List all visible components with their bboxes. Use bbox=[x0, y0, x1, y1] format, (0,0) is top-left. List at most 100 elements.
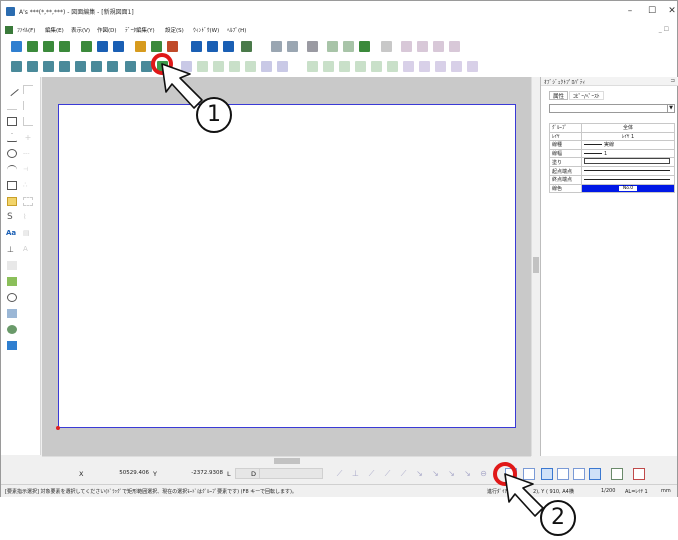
fill-icon[interactable] bbox=[23, 197, 33, 206]
group-list-icon[interactable] bbox=[355, 61, 366, 72]
menu-settings[interactable]: 設定(S) bbox=[165, 26, 184, 34]
import-icon[interactable] bbox=[59, 41, 70, 52]
view-mode-button[interactable] bbox=[589, 468, 601, 480]
ortho-mode-button[interactable] bbox=[573, 468, 585, 480]
table-icon[interactable] bbox=[7, 309, 17, 318]
print-setup-icon[interactable] bbox=[151, 41, 162, 52]
minimize-button[interactable]: – bbox=[619, 4, 641, 18]
cut-icon[interactable] bbox=[327, 41, 338, 52]
snap-intersection-icon[interactable]: ⟋ bbox=[367, 469, 376, 478]
element-type-select[interactable]: ▼ bbox=[549, 104, 675, 113]
menu-window[interactable]: ｳｨﾝﾄﾞｳ(W) bbox=[193, 26, 219, 34]
info-icon[interactable] bbox=[451, 61, 462, 72]
snap-midpoint-icon[interactable]: ⊥ bbox=[351, 469, 360, 478]
chevron-down-icon[interactable]: ▼ bbox=[667, 105, 674, 112]
snap-perpendicular-icon[interactable]: ⟋ bbox=[383, 469, 392, 478]
drawing-canvas[interactable] bbox=[42, 77, 531, 456]
zoom-in-icon[interactable] bbox=[401, 41, 412, 52]
open-recent-icon[interactable] bbox=[43, 41, 54, 52]
freehand-icon[interactable]: ⌇ bbox=[23, 213, 33, 222]
layer-icon[interactable] bbox=[307, 61, 318, 72]
text-box-icon[interactable]: ▤ bbox=[23, 229, 33, 238]
prop-value-linetype[interactable]: 実線 bbox=[581, 140, 675, 150]
dimension-icon[interactable] bbox=[403, 61, 414, 72]
menu-edit[interactable]: 編集(E) bbox=[45, 26, 64, 34]
save-as-icon[interactable] bbox=[113, 41, 124, 52]
arc-icon[interactable] bbox=[7, 165, 17, 174]
snap-endpoint-icon[interactable]: ⟋ bbox=[335, 469, 344, 478]
export-icon[interactable] bbox=[135, 41, 146, 52]
zoom-extent-icon[interactable] bbox=[75, 61, 86, 72]
triangle-icon[interactable] bbox=[7, 133, 17, 142]
save-icon[interactable] bbox=[97, 41, 108, 52]
pan-icon[interactable] bbox=[91, 61, 102, 72]
paper-sheet[interactable] bbox=[58, 104, 516, 428]
plot-icon[interactable] bbox=[223, 41, 234, 52]
wall-icon[interactable] bbox=[23, 117, 33, 126]
prop-value-start-end[interactable] bbox=[581, 166, 675, 176]
mdi-controls[interactable]: _ ☐ bbox=[659, 26, 669, 33]
prop-value-group[interactable]: 全体 bbox=[581, 123, 675, 133]
leader-icon[interactable]: A bbox=[23, 245, 33, 254]
zoom-all-icon[interactable] bbox=[449, 41, 460, 52]
prop-value-layer[interactable]: ﾚｲﾔ 1 bbox=[581, 131, 675, 142]
circle-icon[interactable] bbox=[7, 149, 17, 158]
dimension-tool-icon[interactable]: ⊥ bbox=[7, 245, 17, 254]
cross-icon[interactable]: + bbox=[23, 133, 33, 142]
select-all-icon[interactable] bbox=[213, 61, 224, 72]
parts-icon[interactable] bbox=[7, 325, 17, 334]
attribute-icon[interactable] bbox=[371, 61, 382, 72]
arc-tangent-icon[interactable]: ⊣ bbox=[23, 165, 33, 174]
snap-grid-icon[interactable]: ↘ bbox=[463, 469, 472, 478]
deselect-icon[interactable] bbox=[277, 61, 288, 72]
double-line-icon[interactable] bbox=[7, 101, 17, 110]
point-icon[interactable] bbox=[7, 181, 17, 190]
snap-center-icon[interactable]: ↘ bbox=[431, 469, 440, 478]
print-icon[interactable] bbox=[191, 41, 202, 52]
text-icon[interactable]: Aa bbox=[6, 229, 16, 238]
measure-icon[interactable] bbox=[387, 61, 398, 72]
zoom-prev-icon[interactable] bbox=[433, 41, 444, 52]
offset-line-icon[interactable] bbox=[23, 101, 33, 110]
zoom-realtime-icon[interactable] bbox=[27, 61, 38, 72]
tab-copy-paste[interactable]: ｺﾋﾟｰ/ﾍﾟｰｽﾄ bbox=[569, 91, 604, 100]
area-icon[interactable] bbox=[435, 61, 446, 72]
menu-file[interactable]: ﾌｧｲﾙ(F) bbox=[17, 26, 35, 34]
print-range-icon[interactable] bbox=[207, 41, 218, 52]
prop-value-fill[interactable] bbox=[581, 157, 675, 168]
zoom-fit-icon[interactable] bbox=[43, 61, 54, 72]
redraw-icon[interactable] bbox=[107, 61, 118, 72]
snap-quadrant-icon[interactable]: ↘ bbox=[447, 469, 456, 478]
color-mode-button[interactable] bbox=[611, 468, 623, 480]
zoom-out-icon[interactable] bbox=[417, 41, 428, 52]
polyline-icon[interactable] bbox=[23, 85, 33, 94]
spline-icon[interactable]: S bbox=[7, 213, 17, 222]
zoom-paper-icon[interactable] bbox=[59, 61, 70, 72]
calc-icon[interactable] bbox=[467, 61, 478, 72]
snap-free-icon[interactable]: ⊖ bbox=[479, 469, 488, 478]
page-mode-button[interactable] bbox=[557, 468, 569, 480]
snap-nearest-icon[interactable]: ⟋ bbox=[399, 469, 408, 478]
vertical-scroll-thumb[interactable] bbox=[533, 257, 539, 273]
open-icon[interactable] bbox=[27, 41, 38, 52]
new-icon[interactable] bbox=[11, 41, 22, 52]
template-icon[interactable] bbox=[81, 41, 92, 52]
menu-data-edit[interactable]: ﾃﾞｰﾀ編集(Y) bbox=[125, 26, 155, 34]
group-icon[interactable] bbox=[339, 61, 350, 72]
menu-draw[interactable]: 作図(D) bbox=[97, 26, 117, 34]
pin-icon[interactable]: ⊐ bbox=[670, 78, 675, 84]
angle-icon[interactable] bbox=[419, 61, 430, 72]
undo-icon[interactable] bbox=[271, 41, 282, 52]
magnifier-icon[interactable] bbox=[7, 293, 17, 302]
erase-icon[interactable] bbox=[307, 41, 318, 52]
move-icon[interactable] bbox=[381, 41, 392, 52]
copy-icon[interactable] bbox=[343, 41, 354, 52]
print-preview-icon[interactable] bbox=[167, 41, 178, 52]
print-mode-button[interactable] bbox=[633, 468, 645, 480]
select-layer-icon[interactable] bbox=[229, 61, 240, 72]
vertical-scrollbar[interactable] bbox=[531, 77, 539, 456]
close-button[interactable]: ✕ bbox=[661, 4, 678, 18]
maximize-button[interactable]: ☐ bbox=[641, 4, 663, 18]
tab-attributes[interactable]: 属性 bbox=[549, 91, 569, 100]
paste-icon[interactable] bbox=[359, 41, 370, 52]
